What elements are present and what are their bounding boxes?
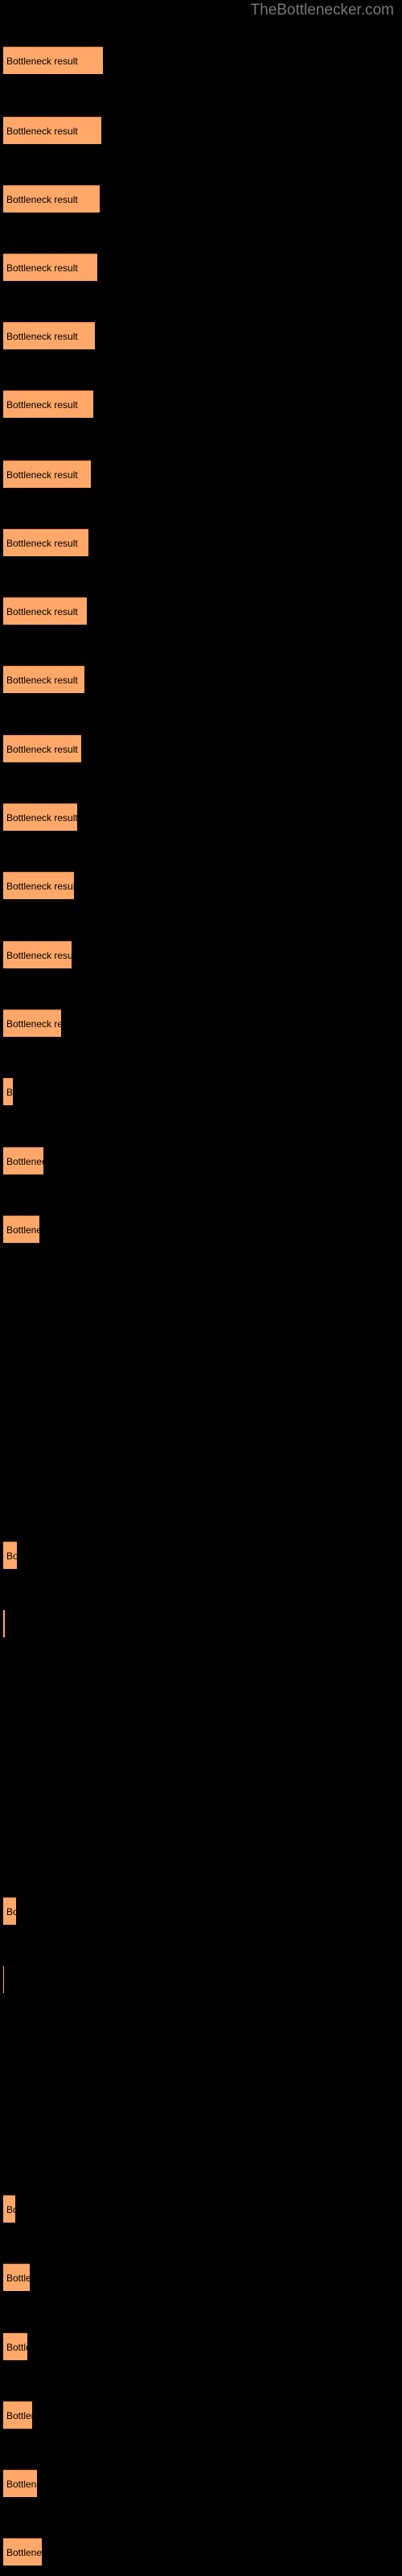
chart-bar[interactable]: Bottleneck result (3, 1542, 17, 1569)
bar-row: Bottleneck result (3, 803, 77, 831)
chart-bar[interactable]: Bottleneck result (3, 1897, 16, 1925)
chart-bar[interactable]: Bottleneck result (3, 803, 77, 831)
bar-row: Bottleneck result (3, 254, 97, 281)
bar-row: Bottleneck result (3, 2538, 42, 2566)
bar-label: Bottleneck result (6, 949, 72, 961)
bar-row: Bottleneck result (3, 2195, 15, 2223)
bar-row: Bottleneck result (3, 322, 95, 349)
bar-label: Bottleneck result (6, 1155, 43, 1167)
chart-bar[interactable]: Bottleneck result (3, 2470, 37, 2497)
bar-row: Bottleneck result (3, 390, 93, 418)
chart-bar[interactable]: Bottleneck result (3, 1610, 5, 1637)
bar-row: Bottleneck result (3, 117, 101, 144)
bottleneck-bar-chart: TheBottlenecker.com Bottleneck result Bot… (0, 0, 402, 2576)
chart-bar[interactable]: Bottleneck result (3, 254, 97, 281)
bar-row: Bottleneck result (3, 1216, 39, 1243)
bar-label: Bottleneck result (6, 2546, 42, 2558)
bar-row: Bottleneck result (3, 1009, 61, 1037)
bar-label: Bottleneck result (6, 2203, 15, 2215)
bar-label: Bottleneck result (6, 674, 78, 686)
bar-label: Bottleneck result (6, 262, 78, 274)
bar-label: Bottleneck result (3, 1967, 4, 1993)
bar-label: Bottleneck result (6, 880, 74, 892)
chart-bar[interactable]: Bottleneck result (3, 735, 81, 762)
bar-label: Bottleneck result (6, 2409, 32, 2421)
bar-row: Bottleneck result (3, 1542, 17, 1569)
chart-bar[interactable]: Bottleneck result (3, 2264, 30, 2291)
bar-row: Bottleneck result (3, 1610, 5, 1637)
bar-row: Bottleneck result (3, 735, 81, 762)
bar-row: Bottleneck result (3, 1897, 16, 1925)
chart-bar[interactable]: Bottleneck result (3, 941, 72, 968)
bar-label: Bottleneck result (6, 2272, 30, 2284)
chart-bar[interactable]: Bottleneck result (3, 597, 87, 625)
bar-row: Bottleneck result (3, 872, 74, 899)
bar-label: Bottleneck result (6, 193, 78, 205)
bar-row: Bottleneck result (3, 460, 91, 488)
bar-row: Bottleneck result (3, 1078, 13, 1105)
chart-bar[interactable]: Bottleneck result (3, 2333, 27, 2360)
bar-label: Bottleneck result (6, 125, 78, 137)
bar-label: Bottleneck result (3, 1611, 5, 1637)
bar-label: Bottleneck result (6, 743, 78, 755)
bar-label: Bottleneck result (6, 55, 78, 67)
bar-label: Bottleneck result (6, 469, 78, 481)
chart-bar[interactable]: Bottleneck result (3, 529, 88, 556)
bar-row: Bottleneck result (3, 1966, 4, 1993)
bar-label: Bottleneck result (6, 1086, 13, 1098)
bar-label: Bottleneck result (6, 537, 78, 549)
bar-row: Bottleneck result (3, 529, 88, 556)
chart-bar[interactable]: Bottleneck result (3, 2195, 15, 2223)
bar-row: Bottleneck result (3, 185, 100, 213)
bar-label: Bottleneck result (6, 1224, 39, 1236)
chart-bar[interactable]: Bottleneck result (3, 2401, 32, 2429)
bar-row: Bottleneck result (3, 2264, 30, 2291)
chart-bar[interactable]: Bottleneck result (3, 1966, 4, 1993)
bar-row: Bottleneck result (3, 941, 72, 968)
bar-label: Bottleneck result (6, 2478, 37, 2490)
bar-label: Bottleneck result (6, 605, 78, 617)
bar-label: Bottleneck result (6, 1018, 61, 1030)
bar-row: Bottleneck result (3, 597, 87, 625)
bar-label: Bottleneck result (6, 330, 78, 342)
bar-label: Bottleneck result (6, 1550, 17, 1562)
bar-row: Bottleneck result (3, 2333, 27, 2360)
chart-bar[interactable]: Bottleneck result (3, 1216, 39, 1243)
chart-bar[interactable]: Bottleneck result (3, 872, 74, 899)
bar-row: Bottleneck result (3, 2401, 32, 2429)
chart-bar[interactable]: Bottleneck result (3, 1078, 13, 1105)
chart-bar[interactable]: Bottleneck result (3, 47, 103, 74)
chart-plot-area: Bottleneck result Bottleneck result Bottle… (0, 0, 402, 2576)
bar-row: Bottleneck result (3, 2470, 37, 2497)
chart-bar[interactable]: Bottleneck result (3, 666, 84, 693)
chart-bar[interactable]: Bottleneck result (3, 1147, 43, 1174)
bar-label: Bottleneck result (6, 398, 78, 411)
chart-bar[interactable]: Bottleneck result (3, 460, 91, 488)
chart-bar[interactable]: Bottleneck result (3, 322, 95, 349)
bar-label: Bottleneck result (6, 2341, 27, 2353)
chart-bar[interactable]: Bottleneck result (3, 117, 101, 144)
chart-bar[interactable]: Bottleneck result (3, 390, 93, 418)
bar-row: Bottleneck result (3, 1147, 43, 1174)
chart-bar[interactable]: Bottleneck result (3, 185, 100, 213)
chart-bar[interactable]: Bottleneck result (3, 2538, 42, 2566)
bar-row: Bottleneck result (3, 47, 103, 74)
chart-bar[interactable]: Bottleneck result (3, 1009, 61, 1037)
bar-label: Bottleneck result (6, 811, 77, 824)
bar-row: Bottleneck result (3, 666, 84, 693)
bar-label: Bottleneck result (6, 1905, 16, 1918)
